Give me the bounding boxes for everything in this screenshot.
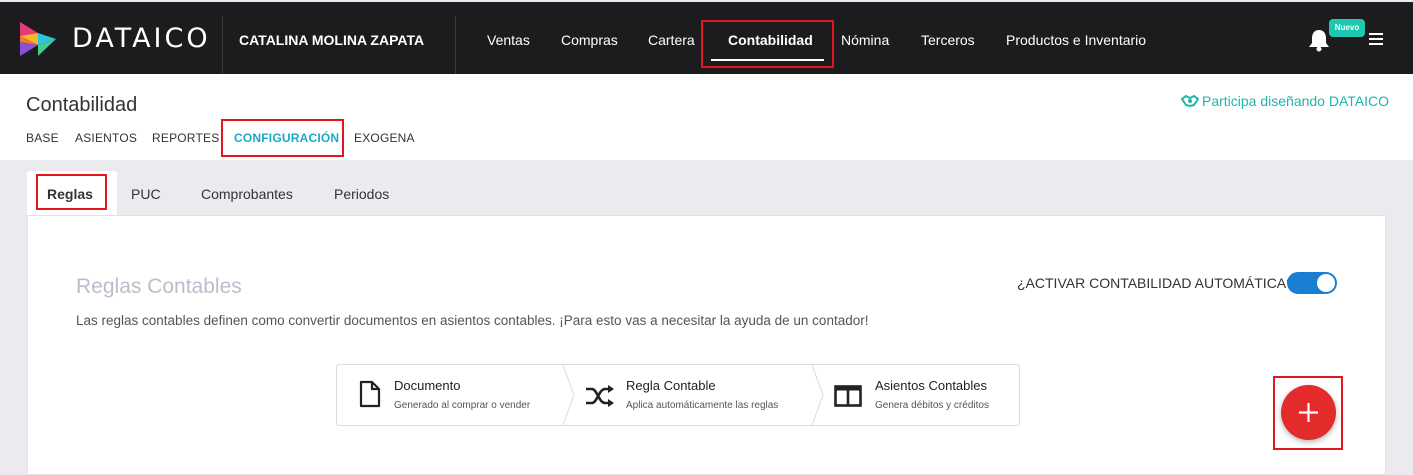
auto-accounting-toggle[interactable] [1287,272,1337,294]
rules-flow: Documento Generado al comprar o vender R… [336,364,1020,426]
tab-comprobantes[interactable]: Comprobantes [201,186,293,202]
flow-step-title: Asientos Contables [875,378,988,393]
nav-nomina[interactable]: Nómina [841,32,889,48]
new-badge: Nuevo [1329,19,1365,37]
subtab-reportes[interactable]: REPORTES [152,131,219,145]
chevron-divider [562,365,575,425]
nav-cartera[interactable]: Cartera [648,32,695,48]
handshake-icon [1181,94,1199,108]
flow-step-subtitle: Aplica automáticamente las reglas [626,400,779,411]
nav-active-underline [711,59,824,61]
rules-title: Reglas Contables [76,275,242,298]
tab-puc[interactable]: PUC [131,186,161,202]
toggle-knob [1317,274,1335,292]
subtab-exogena[interactable]: EXOGENA [354,131,415,145]
rules-card [27,215,1386,475]
company-name[interactable]: CATALINA MOLINA ZAPATA [239,32,424,48]
nav-productos-inventario[interactable]: Productos e Inventario [1006,32,1146,48]
document-icon [359,380,381,408]
auto-accounting-label: ¿ACTIVAR CONTABILIDAD AUTOMÁTICA? [1017,275,1294,291]
rules-description: Las reglas contables definen como conver… [76,313,869,328]
flow-step-title: Regla Contable [626,378,716,393]
subtab-asientos[interactable]: ASIENTOS [75,131,137,145]
participa-link[interactable]: Participa diseñando DATAICO [1181,93,1389,109]
nav-contabilidad[interactable]: Contabilidad [728,32,813,48]
flow-step-title: Documento [394,378,461,393]
divider [455,16,456,74]
brand-name: DATAICO [72,23,211,54]
flow-step-documento: Documento Generado al comprar o vender [337,365,563,425]
hamburger-menu-icon[interactable] [1369,33,1383,47]
nav-ventas[interactable]: Ventas [487,32,530,48]
subtab-base[interactable]: BASE [26,131,59,145]
columns-icon [834,385,862,407]
tab-periodos[interactable]: Periodos [334,186,389,202]
section-header: Contabilidad Participa diseñando DATAICO… [0,74,1413,160]
dataico-logo-icon[interactable] [14,16,60,62]
divider [222,16,223,74]
flow-step-subtitle: Generado al comprar o vender [394,400,531,411]
shuffle-icon [586,385,614,407]
subtab-configuracion[interactable]: CONFIGURACIÓN [234,131,339,145]
nav-terceros[interactable]: Terceros [921,32,975,48]
participa-label: Participa diseñando DATAICO [1202,93,1390,109]
flow-step-regla: Regla Contable Aplica automáticamente la… [575,365,811,425]
flow-step-asientos: Asientos Contables Genera débitos y créd… [824,365,1020,425]
nav-compras[interactable]: Compras [561,32,618,48]
page-title: Contabilidad [26,94,138,116]
flow-step-subtitle: Genera débitos y créditos [875,400,989,411]
top-navbar: DATAICO CATALINA MOLINA ZAPATA Ventas Co… [0,2,1413,74]
tab-reglas[interactable]: Reglas [47,186,93,202]
chevron-divider [811,365,824,425]
add-rule-button[interactable] [1281,385,1336,440]
plus-icon [1299,403,1318,422]
